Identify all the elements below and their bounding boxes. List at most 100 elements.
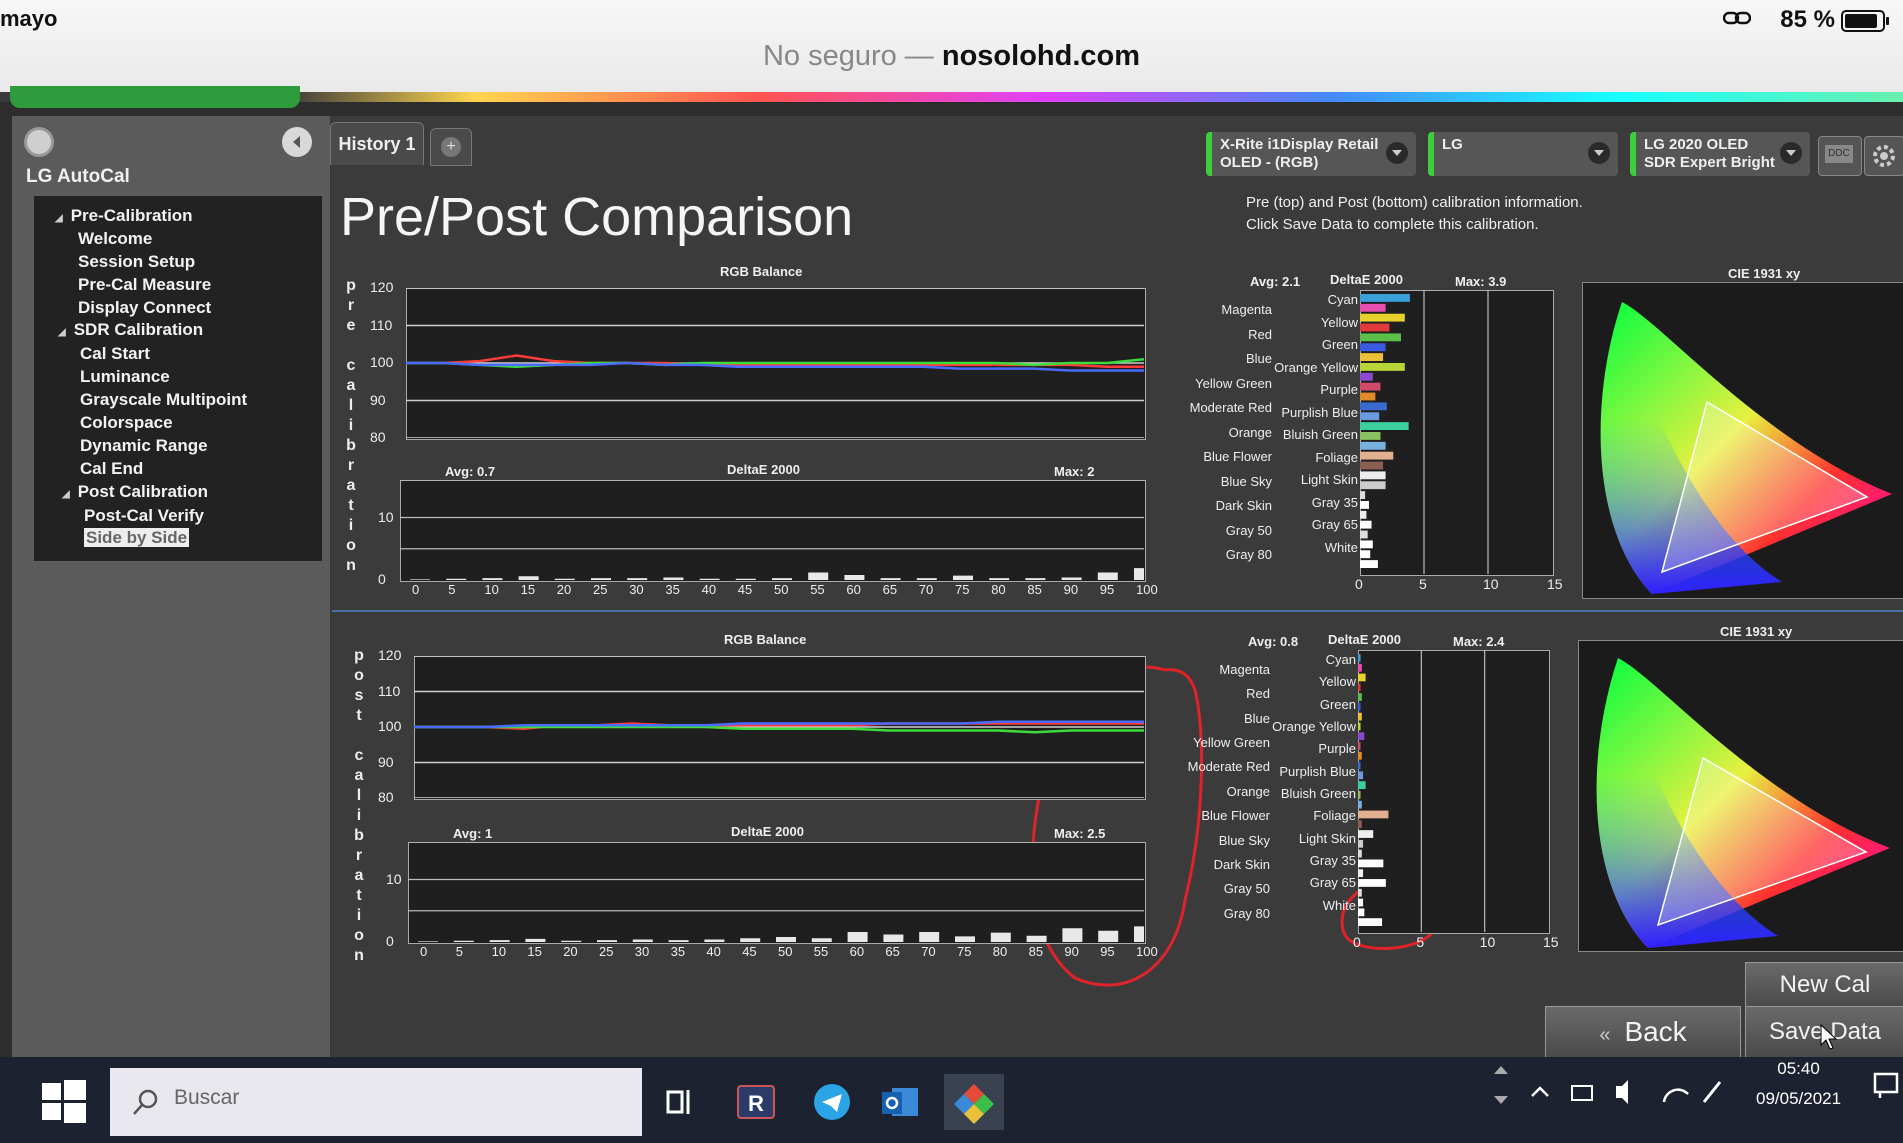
delta-e-bar [410,579,430,580]
delta-e-bar [699,578,720,580]
post-calibration-label: a [354,767,364,784]
windows-start-icon[interactable] [38,1077,88,1127]
calman-app-icon[interactable] [944,1074,1004,1130]
color-delta-e-bar [1360,461,1384,470]
expand-triangle-icon: ◢ [55,213,63,224]
workflow-step-label: Luminance [80,367,170,386]
notifications-icon[interactable] [1872,1070,1900,1102]
left-color-label: Magenta [1221,302,1272,317]
color-delta-e-bar [1360,402,1387,411]
workflow-step[interactable]: Cal End [80,459,143,479]
workflow-step[interactable]: Grayscale Multipoint [80,390,247,410]
color-delta-e-bar [1358,859,1384,868]
delta-e-bar [1134,568,1144,580]
svg-text:R: R [748,1091,764,1116]
color-delta-e-bar [1358,781,1366,789]
delta-e-bars [408,842,1144,942]
left-color-label: Blue Flower [1201,808,1270,824]
taskbar-search[interactable]: Buscar [110,1068,642,1136]
cie-title-pre: CIE 1931 xy [1728,266,1801,281]
system-tray-icons[interactable] [1524,1072,1724,1112]
color-delta-e-bar [1358,918,1383,926]
color-delta-e-bar [1360,550,1371,559]
left-color-label: Blue Sky [1220,473,1272,489]
color-delta-e-bar [1358,663,1362,672]
ddc-button[interactable]: DDC [1818,136,1862,176]
outlook-icon[interactable] [870,1074,930,1130]
telegram-icon[interactable] [802,1074,862,1130]
address-bar[interactable]: No seguro — nosolohd.com [0,40,1903,73]
new-cal-button[interactable]: New Cal [1745,962,1903,1008]
scroll-arrows-icon[interactable] [1488,1060,1514,1110]
workflow-step[interactable]: Luminance [80,367,170,387]
workflow-step[interactable]: Side by Side [84,528,190,548]
color-delta-e-bars [1360,290,1489,574]
x-tick-label: 15 [1543,934,1559,950]
taskbar-clock[interactable]: 05:40 09/05/2021 [1756,1054,1841,1114]
add-tab-button[interactable]: + [430,128,472,166]
color-delta-e-bar [1360,313,1405,322]
avg-label: Avg: 1 [453,826,493,841]
mode-select[interactable]: LG 2020 OLED SDR Expert Bright [1630,132,1810,176]
x-tick-label: 100 [1136,944,1158,959]
collapse-sidebar-button[interactable] [282,127,312,157]
color-delta-e-bar [1360,333,1401,342]
pre-calibration-label: n [346,557,356,574]
instruction-line-1: Pre (top) and Post (bottom) calibration … [1246,194,1583,211]
x-tick-label: 10 [484,582,499,597]
x-tick-label: 95 [1100,944,1115,959]
right-color-label: Gray 65 [1311,517,1358,532]
workflow-step[interactable]: Display Connect [78,298,211,318]
x-tick-label: 10 [1483,576,1499,592]
left-color-label: Orange [1228,424,1272,440]
y-tick-label: 110 [378,682,401,699]
y-tick-label: 120 [370,279,394,295]
x-tick-label: 45 [737,582,753,597]
delta-e-bar [883,934,904,942]
right-color-label: Green [1319,696,1356,712]
tab-history[interactable]: History 1 [330,122,424,165]
delta-e-bar [418,941,438,942]
display-select[interactable]: LG [1428,132,1618,176]
color-delta-e-bar [1360,451,1394,460]
color-delta-e-bar [1360,520,1372,529]
left-color-label: Blue Flower [1203,449,1272,465]
right-color-label: Purplish Blue [1279,763,1356,779]
delta-e-bar [561,940,582,942]
avg-label: Avg: 0.7 [445,464,496,479]
pre-calibration-label: c [346,357,356,374]
workflow-step[interactable]: Cal Start [80,344,150,364]
workflow-status-icon[interactable] [24,127,54,157]
settings-button[interactable] [1864,136,1903,176]
workflow-step[interactable]: Welcome [78,229,152,249]
left-color-label: Blue [1243,710,1270,726]
right-color-label: Purple [1318,741,1356,757]
x-tick-label: 40 [701,582,717,597]
right-color-label: Bluish Green [1280,786,1356,801]
back-button[interactable]: « Back [1545,1006,1741,1058]
meter-select[interactable]: X-Rite i1Display Retail OLED - (RGB) [1206,132,1416,176]
right-color-label: Yellow [1320,314,1358,330]
right-color-label: Gray 35 [1309,853,1356,868]
workflow-step[interactable]: Session Setup [78,252,195,272]
workflow-step[interactable]: Dynamic Range [80,436,208,456]
workflow-step[interactable]: ◢ Pre-Calibration [55,206,193,226]
meter-mode: OLED - (RGB) [1220,154,1319,171]
workflow-step[interactable]: Colorspace [80,413,173,433]
pre-calibration-label: a [346,377,356,394]
workflow-step[interactable]: ◢ Post Calibration [62,482,208,502]
x-tick-label: 90 [1063,582,1079,597]
status-time: mayo [0,6,58,31]
delta-e-bar [525,938,546,942]
workflow-step[interactable]: ◢ SDR Calibration [58,320,203,340]
right-color-label: Gray 35 [1311,494,1358,510]
display-name: LG [1442,136,1463,153]
app-r-icon[interactable]: R [726,1074,786,1130]
delta-e-bar [554,578,575,580]
workflow-step[interactable]: Post-Cal Verify [84,506,204,526]
workflow-step[interactable]: Pre-Cal Measure [78,275,211,295]
post-calibration-label: l [356,787,362,804]
calman-logo-tab [10,86,300,108]
delta-e-bar [704,939,725,942]
task-view-icon[interactable] [650,1074,710,1130]
